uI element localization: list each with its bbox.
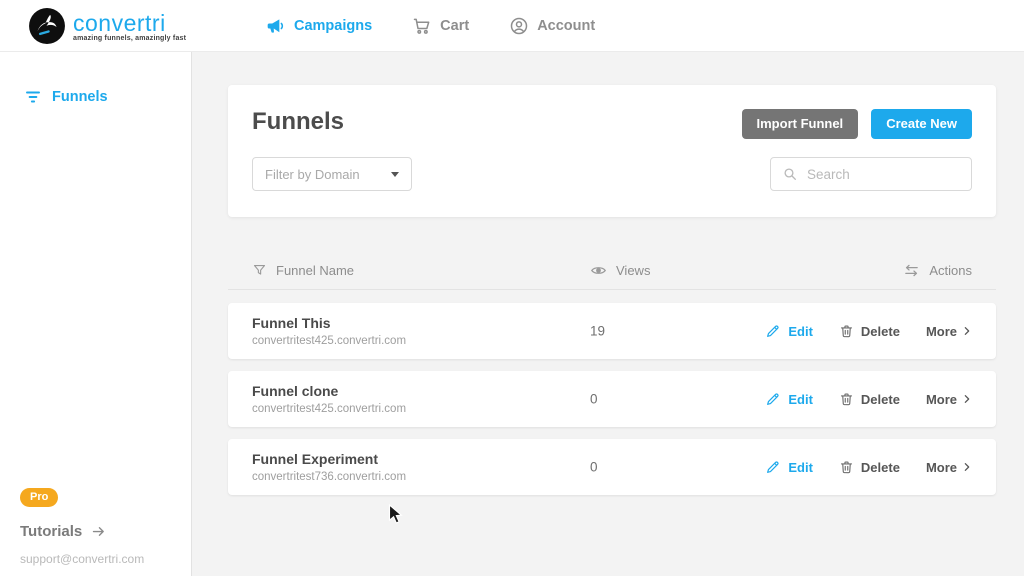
trash-icon bbox=[839, 323, 854, 339]
search-box bbox=[770, 157, 972, 191]
more-label: More bbox=[925, 391, 957, 407]
funnel-domain: convertritest736.convertri.com bbox=[252, 471, 407, 483]
pencil-icon bbox=[765, 459, 781, 475]
funnel-name: Funnel Experiment bbox=[252, 451, 379, 467]
brand-name: convertri bbox=[73, 9, 166, 36]
cart-icon bbox=[412, 16, 432, 36]
funnel-name: Funnel This bbox=[252, 315, 331, 331]
table-row: Funnel Experiment convertritest736.conve… bbox=[228, 439, 996, 495]
funnel-views: 19 bbox=[590, 323, 606, 339]
funnels-panel-header: Funnels Import Funnel Create New Filter … bbox=[228, 85, 996, 217]
delete-label: Delete bbox=[860, 459, 900, 475]
funnel-views: 0 bbox=[590, 391, 598, 407]
funnel-domain: convertritest425.convertri.com bbox=[252, 335, 407, 347]
edit-label: Edit bbox=[788, 459, 813, 475]
create-new-button[interactable]: Create New bbox=[871, 109, 972, 139]
delete-button[interactable]: Delete bbox=[839, 459, 900, 475]
edit-button[interactable]: Edit bbox=[765, 323, 813, 339]
column-funnel-name[interactable]: Funnel Name bbox=[276, 263, 354, 278]
top-nav: Campaigns Cart Account bbox=[266, 0, 595, 52]
edit-button[interactable]: Edit bbox=[765, 459, 813, 475]
eye-icon bbox=[590, 262, 607, 279]
funnel-lines-icon bbox=[24, 88, 42, 106]
chevron-right-icon bbox=[962, 462, 972, 472]
column-views[interactable]: Views bbox=[616, 263, 650, 278]
funnel-icon bbox=[252, 263, 267, 278]
tutorials-label: Tutorials bbox=[20, 523, 83, 540]
convertri-logo[interactable]: convertri amazing funnels, amazingly fas… bbox=[28, 7, 186, 45]
edit-label: Edit bbox=[788, 323, 813, 339]
funnel-views: 0 bbox=[590, 459, 598, 475]
page-title: Funnels bbox=[252, 108, 345, 135]
sidebar: Funnels Pro Tutorials support@convertri.… bbox=[0, 52, 192, 576]
trash-icon bbox=[839, 459, 854, 475]
edit-label: Edit bbox=[788, 391, 813, 407]
import-funnel-button[interactable]: Import Funnel bbox=[741, 109, 859, 139]
pencil-icon bbox=[765, 391, 781, 407]
nav-cart[interactable]: Cart bbox=[412, 16, 469, 36]
tutorials-link[interactable]: Tutorials bbox=[20, 523, 106, 540]
search-icon bbox=[782, 166, 798, 182]
search-input[interactable] bbox=[807, 166, 960, 182]
more-label: More bbox=[925, 323, 957, 339]
edit-button[interactable]: Edit bbox=[765, 391, 813, 407]
filter-by-domain-select[interactable]: Filter by Domain bbox=[252, 157, 412, 191]
funnel-domain: convertritest425.convertri.com bbox=[252, 403, 407, 415]
chevron-down-icon bbox=[391, 171, 399, 177]
table-header: Funnel Name Views Actions bbox=[228, 250, 996, 290]
filter-select-placeholder: Filter by Domain bbox=[265, 166, 360, 182]
arrow-right-icon bbox=[91, 524, 106, 539]
delete-label: Delete bbox=[860, 323, 900, 339]
chevron-right-icon bbox=[962, 326, 972, 336]
funnel-name: Funnel clone bbox=[252, 383, 339, 399]
top-header: convertri amazing funnels, amazingly fas… bbox=[0, 0, 1024, 52]
more-button[interactable]: More bbox=[926, 460, 972, 475]
table-row: Funnel This convertritest425.convertri.c… bbox=[228, 303, 996, 359]
chevron-right-icon bbox=[962, 394, 972, 404]
swap-arrows-icon bbox=[903, 262, 920, 279]
main-content: Funnels Import Funnel Create New Filter … bbox=[192, 52, 1024, 576]
delete-label: Delete bbox=[860, 391, 900, 407]
more-button[interactable]: More bbox=[926, 324, 972, 339]
column-actions[interactable]: Actions bbox=[929, 263, 972, 278]
table-row: Funnel clone convertritest425.convertri.… bbox=[228, 371, 996, 427]
pro-badge: Pro bbox=[20, 488, 59, 507]
trash-icon bbox=[839, 391, 854, 407]
delete-button[interactable]: Delete bbox=[839, 323, 900, 339]
sidebar-item-funnels[interactable]: Funnels bbox=[24, 88, 108, 106]
delete-button[interactable]: Delete bbox=[839, 391, 900, 407]
nav-account[interactable]: Account bbox=[509, 16, 595, 36]
nav-account-label: Account bbox=[537, 18, 596, 34]
brand-tagline: amazing funnels, amazingly fast bbox=[73, 34, 187, 42]
account-icon bbox=[509, 16, 529, 36]
megaphone-icon bbox=[266, 16, 286, 36]
more-label: More bbox=[925, 459, 957, 475]
rabbit-logo-icon bbox=[28, 7, 66, 45]
support-email-link[interactable]: support@convertri.com bbox=[20, 552, 144, 566]
sidebar-funnels-label: Funnels bbox=[52, 89, 108, 105]
more-button[interactable]: More bbox=[926, 392, 972, 407]
nav-campaigns-label: Campaigns bbox=[294, 18, 373, 34]
pencil-icon bbox=[765, 323, 781, 339]
nav-campaigns[interactable]: Campaigns bbox=[266, 16, 372, 36]
nav-cart-label: Cart bbox=[440, 18, 470, 34]
